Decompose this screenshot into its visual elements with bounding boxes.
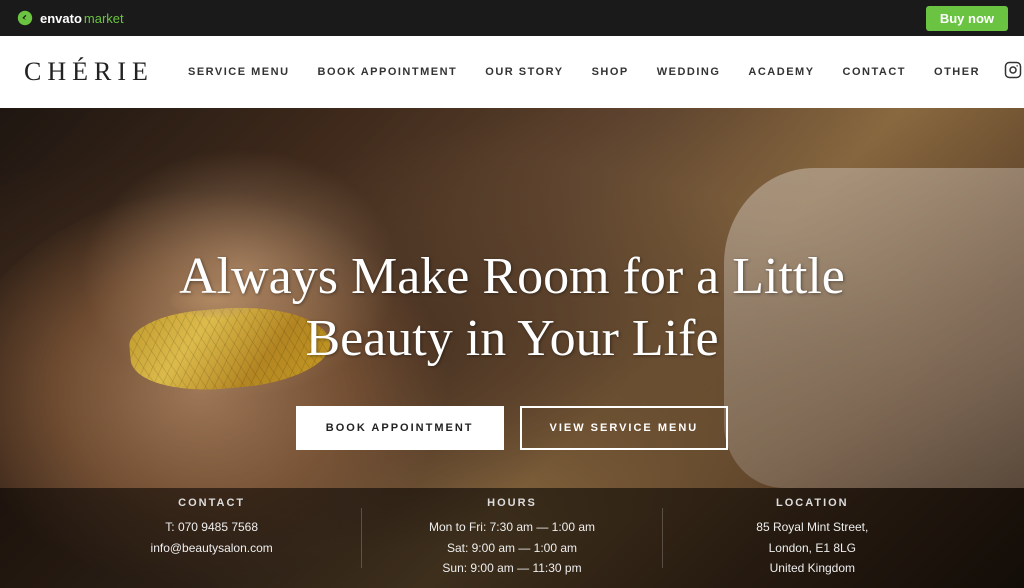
hours-line1: Mon to Fri: 7:30 am — 1:00 am <box>382 517 641 537</box>
market-text: market <box>84 11 124 26</box>
info-bar: CONTACT T: 070 9485 7568 info@beautysalo… <box>0 488 1024 588</box>
site-logo: CHÉRIE <box>24 57 134 87</box>
hero-buttons: BOOK APPOINTMENT VIEW SERVICE MENU <box>179 406 845 450</box>
envato-text: envato <box>40 11 82 26</box>
hours-title: HOURS <box>382 497 641 509</box>
contact-email: info@beautysalon.com <box>82 538 341 558</box>
buy-now-button[interactable]: Buy now <box>926 6 1008 31</box>
location-body: 85 Royal Mint Street, London, E1 8LG Uni… <box>683 517 942 578</box>
hero-content: Always Make Room for a Little Beauty in … <box>179 246 845 451</box>
nav-item-our-story[interactable]: OUR STORY <box>471 66 577 78</box>
hours-line3: Sun: 9:00 am — 11:30 pm <box>382 558 641 578</box>
contact-column: CONTACT T: 070 9485 7568 info@beautysalo… <box>62 497 361 578</box>
location-title: LOCATION <box>683 497 942 509</box>
location-line1: 85 Royal Mint Street, <box>683 517 942 537</box>
hours-body: Mon to Fri: 7:30 am — 1:00 am Sat: 9:00 … <box>382 517 641 578</box>
location-line3: United Kingdom <box>683 558 942 578</box>
info-columns: CONTACT T: 070 9485 7568 info@beautysalo… <box>62 497 962 578</box>
location-line2: London, E1 8LG <box>683 538 942 558</box>
nav-item-other[interactable]: OTHER <box>920 66 994 78</box>
book-appointment-button[interactable]: BOOK APPOINTMENT <box>296 406 504 450</box>
view-service-menu-button[interactable]: VIEW SERVICE MENU <box>520 406 729 450</box>
nav-item-contact[interactable]: CONTACT <box>829 66 920 78</box>
hours-column: HOURS Mon to Fri: 7:30 am — 1:00 am Sat:… <box>362 497 661 578</box>
nav-item-book-appointment[interactable]: BOOK APPOINTMENT <box>304 66 472 78</box>
instagram-icon[interactable] <box>1004 61 1022 84</box>
location-column: LOCATION 85 Royal Mint Street, London, E… <box>663 497 962 578</box>
social-icons <box>1004 61 1024 84</box>
nav-item-wedding[interactable]: WEDDING <box>643 66 735 78</box>
envato-icon <box>16 9 34 27</box>
nav-bar: CHÉRIE SERVICE MENU BOOK APPOINTMENT OUR… <box>0 36 1024 108</box>
nav-item-service-menu[interactable]: SERVICE MENU <box>174 66 304 78</box>
contact-body: T: 070 9485 7568 info@beautysalon.com <box>82 517 341 558</box>
main-nav: SERVICE MENU BOOK APPOINTMENT OUR STORY … <box>174 66 994 78</box>
envato-logo: envatomarket <box>16 9 124 27</box>
top-bar: envatomarket Buy now <box>0 0 1024 36</box>
nav-item-academy[interactable]: ACADEMY <box>734 66 828 78</box>
hero-title: Always Make Room for a Little Beauty in … <box>179 246 845 371</box>
contact-title: CONTACT <box>82 497 341 509</box>
contact-phone: T: 070 9485 7568 <box>82 517 341 537</box>
hours-line2: Sat: 9:00 am — 1:00 am <box>382 538 641 558</box>
nav-item-shop[interactable]: SHOP <box>578 66 643 78</box>
hero-section: Always Make Room for a Little Beauty in … <box>0 108 1024 588</box>
